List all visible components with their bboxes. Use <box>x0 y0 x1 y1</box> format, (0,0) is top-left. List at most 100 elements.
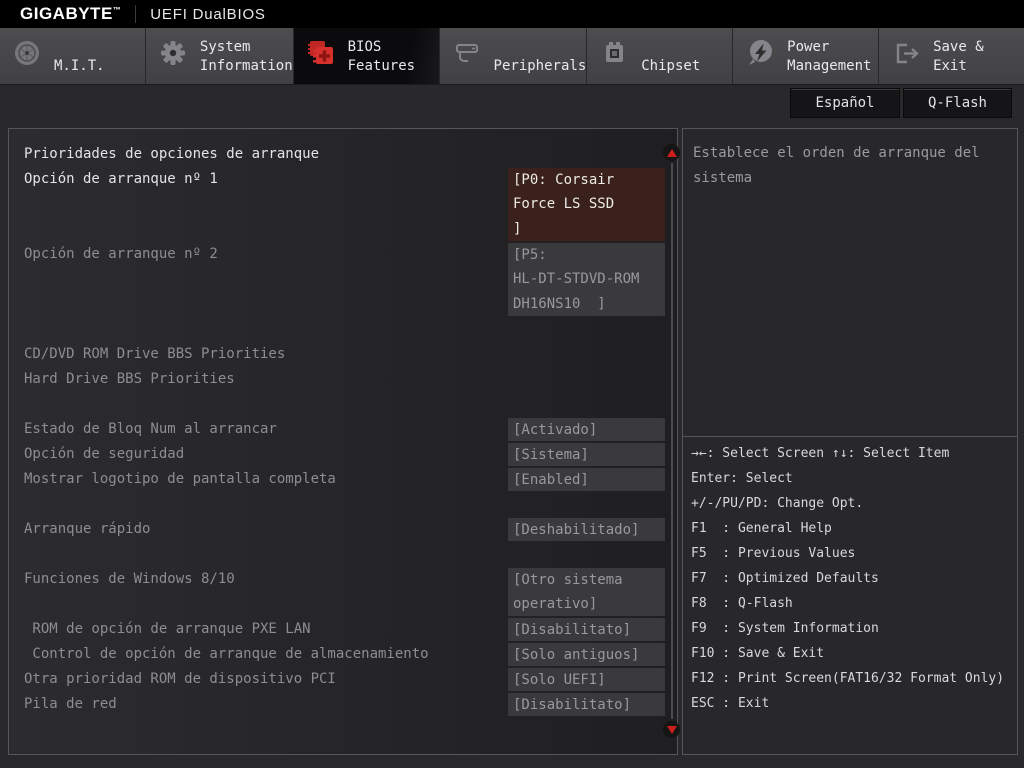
setting-label: CD/DVD ROM Drive BBS Priorities <box>24 342 665 367</box>
setting-value-line: HL-DT-STDVD-ROM <box>508 267 665 291</box>
gigabyte-logo: GIGABYTE™ <box>0 4 121 24</box>
setting-value-line: [Solo UEFI] <box>508 668 665 691</box>
tab-bar: M.I.T. System Information BIOS Features Per… <box>0 28 1024 85</box>
tab-label: Power Management <box>787 38 871 77</box>
tab-mit[interactable]: M.I.T. <box>0 28 146 84</box>
tab-power-management[interactable]: Power Management <box>733 28 879 84</box>
setting-value-line: [Disabilitato] <box>508 693 665 716</box>
help-description: Establece el orden de arranque del siste… <box>683 129 1017 191</box>
setting-value-line: [Enabled] <box>508 468 665 491</box>
setting-label: Control de opción de arranque de almacen… <box>24 642 508 667</box>
chipset-icon <box>599 38 629 68</box>
setting-row-boot-priorities-header: Prioridades de opciones de arranque <box>9 142 677 167</box>
save-exit-icon <box>891 38 921 68</box>
help-key-line: +/-/PU/PD: Change Opt. <box>691 491 1009 516</box>
setting-label: ROM de opción de arranque PXE LAN <box>24 617 508 642</box>
setting-value-line: [Deshabilitado] <box>508 518 665 541</box>
help-key-line: F12 : Print Screen(FAT16/32 Format Only) <box>691 666 1009 691</box>
setting-value-line: Force LS SSD <box>508 192 665 216</box>
bios-features-icon <box>306 38 336 68</box>
power-management-icon <box>745 38 775 68</box>
setting-value[interactable]: [Deshabilitado] <box>508 518 665 541</box>
setting-row-cddvd-bbs-priorities[interactable]: CD/DVD ROM Drive BBS Priorities <box>9 342 677 367</box>
help-key-line: F1 : General Help <box>691 516 1009 541</box>
setting-value-line: [Activado] <box>508 418 665 441</box>
language-button[interactable]: Español <box>790 88 900 118</box>
red-triangle-up-icon <box>667 149 677 157</box>
setting-row-storage-boot-option-control[interactable]: Control de opción de arranque de almacen… <box>9 642 677 667</box>
setting-row-windows-8-10-features[interactable]: Funciones de Windows 8/10[Otro sistemaop… <box>9 567 677 617</box>
tab-chipset[interactable]: Chipset <box>587 28 733 84</box>
setting-value-line: operativo] <box>508 592 665 616</box>
setting-label: Arranque rápido <box>24 517 508 542</box>
tab-label: System Information <box>200 38 293 77</box>
row-spacer <box>9 542 677 567</box>
setting-value[interactable]: [Disabilitato] <box>508 693 665 716</box>
help-key-line: F10 : Save & Exit <box>691 641 1009 666</box>
help-divider <box>683 436 1017 437</box>
help-key-line: F8 : Q-Flash <box>691 591 1009 616</box>
setting-value-line: ] <box>508 217 665 241</box>
help-key-line: F5 : Previous Values <box>691 541 1009 566</box>
scroll-down-indicator[interactable] <box>663 721 680 738</box>
help-key-line: F9 : System Information <box>691 616 1009 641</box>
mit-icon <box>12 38 42 68</box>
setting-value[interactable]: [Solo UEFI] <box>508 668 665 691</box>
setting-value-line: [Otro sistema <box>508 568 665 592</box>
row-spacer <box>9 492 677 517</box>
setting-row-boot-option-1[interactable]: Opción de arranque nº 1[P0: CorsairForce… <box>9 167 677 242</box>
titlebar-divider <box>135 5 136 23</box>
tab-label: Peripherals <box>494 57 587 77</box>
setting-label: Mostrar logotipo de pantalla completa <box>24 467 508 492</box>
setting-value[interactable]: [Sistema] <box>508 443 665 466</box>
tab-label: Chipset <box>641 57 700 77</box>
setting-label: Otra prioridad ROM de dispositivo PCI <box>24 667 508 692</box>
tab-system-information[interactable]: System Information <box>146 28 294 84</box>
setting-label: Prioridades de opciones de arranque <box>24 142 665 167</box>
row-spacer <box>9 317 677 342</box>
setting-row-network-stack[interactable]: Pila de red[Disabilitato] <box>9 692 677 717</box>
setting-value[interactable]: [Solo antiguos] <box>508 643 665 666</box>
tab-bios-features[interactable]: BIOS Features <box>294 28 440 84</box>
tab-label: BIOS Features <box>348 38 415 77</box>
setting-row-boot-option-2[interactable]: Opción de arranque nº 2[P5:HL-DT-STDVD-R… <box>9 242 677 317</box>
setting-value[interactable]: [Activado] <box>508 418 665 441</box>
red-triangle-down-icon <box>667 726 677 734</box>
setting-value-line: [Disabilitato] <box>508 618 665 641</box>
setting-value[interactable]: [P0: CorsairForce LS SSD] <box>508 168 665 241</box>
scroll-up-indicator[interactable] <box>663 144 680 161</box>
setting-row-other-pci-rom-priority[interactable]: Otra prioridad ROM de dispositivo PCI[So… <box>9 667 677 692</box>
help-key-line: →←: Select Screen ↑↓: Select Item <box>691 441 1009 466</box>
tab-label: Save & Exit <box>933 38 1024 77</box>
help-key-line: ESC : Exit <box>691 691 1009 716</box>
setting-label: Opción de arranque nº 2 <box>24 242 508 267</box>
help-key-line: Enter: Select <box>691 466 1009 491</box>
setting-label: Hard Drive BBS Priorities <box>24 367 665 392</box>
scrollbar-track[interactable] <box>671 163 673 719</box>
setting-label: Opción de seguridad <box>24 442 508 467</box>
app-title: UEFI DualBIOS <box>150 6 265 23</box>
key-legend: →←: Select Screen ↑↓: Select ItemEnter: … <box>683 441 1017 716</box>
setting-row-hard-drive-bbs-priorities[interactable]: Hard Drive BBS Priorities <box>9 367 677 392</box>
row-spacer <box>9 392 677 417</box>
tab-peripherals[interactable]: Peripherals <box>440 28 588 84</box>
tab-label: M.I.T. <box>54 57 105 77</box>
help-panel: Establece el orden de arranque del siste… <box>682 128 1018 755</box>
setting-label: Opción de arranque nº 1 <box>24 167 508 192</box>
setting-label: Pila de red <box>24 692 508 717</box>
setting-row-fast-boot[interactable]: Arranque rápido[Deshabilitado] <box>9 517 677 542</box>
setting-value[interactable]: [P5:HL-DT-STDVD-ROMDH16NS10 ] <box>508 243 665 316</box>
setting-value[interactable]: [Otro sistemaoperativo] <box>508 568 665 616</box>
setting-row-pxe-lan-boot-rom[interactable]: ROM de opción de arranque PXE LAN[Disabi… <box>9 617 677 642</box>
setting-value-line: [Sistema] <box>508 443 665 466</box>
tab-save-exit[interactable]: Save & Exit <box>879 28 1024 84</box>
setting-value-line: [Solo antiguos] <box>508 643 665 666</box>
title-bar: GIGABYTE™ UEFI DualBIOS <box>0 0 1024 28</box>
qflash-button[interactable]: Q-Flash <box>903 88 1012 118</box>
setting-row-fullscreen-logo[interactable]: Mostrar logotipo de pantalla completa[En… <box>9 467 677 492</box>
setting-row-numlock-state[interactable]: Estado de Bloq Num al arrancar[Activado] <box>9 417 677 442</box>
setting-row-security-option[interactable]: Opción de seguridad[Sistema] <box>9 442 677 467</box>
setting-value[interactable]: [Disabilitato] <box>508 618 665 641</box>
setting-label: Funciones de Windows 8/10 <box>24 567 508 592</box>
setting-value[interactable]: [Enabled] <box>508 468 665 491</box>
